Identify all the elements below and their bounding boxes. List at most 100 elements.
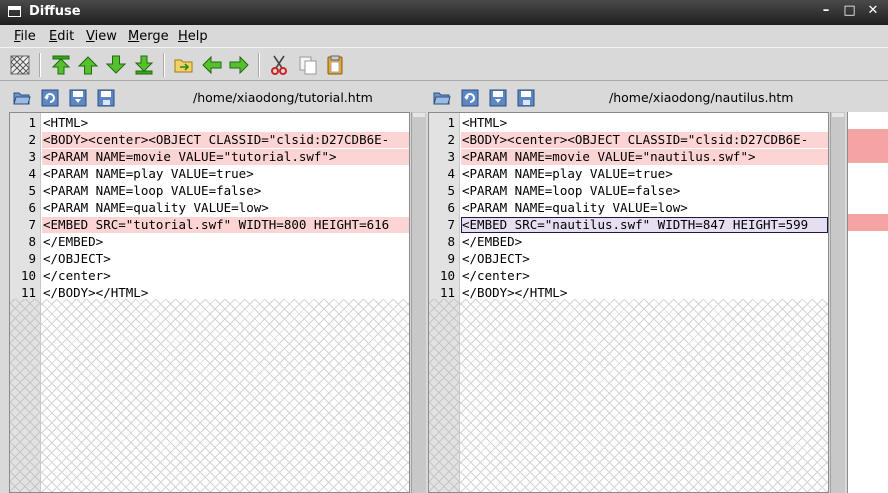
line-text[interactable]: <EMBED SRC="tutorial.swf" WIDTH=800 HEIG…	[42, 217, 409, 233]
right-text-pane[interactable]: 1 <HTML> 2 <BODY><center><OBJECT CLASSID="c…	[428, 112, 829, 493]
line-text[interactable]: <HTML>	[461, 115, 828, 131]
close-button[interactable]: ✕	[866, 3, 880, 18]
line-number: 6	[28, 200, 36, 215]
text-line[interactable]: 2 <BODY><center><OBJECT CLASSID="clsid:D2…	[10, 131, 409, 148]
line-number: 11	[439, 285, 455, 300]
menu-view[interactable]: View	[86, 29, 117, 44]
open-file-icon[interactable]	[433, 89, 451, 107]
window-icon	[8, 6, 21, 17]
right-scrollbar[interactable]	[830, 112, 845, 493]
menu-merge[interactable]: Merge	[128, 29, 169, 44]
line-number: 3	[28, 149, 36, 164]
text-line[interactable]: 7 <EMBED SRC="nautilus.swf" WIDTH=847 HEI…	[429, 216, 828, 233]
text-line[interactable]: 7 <EMBED SRC="tutorial.swf" WIDTH=800 HEI…	[10, 216, 409, 233]
line-number: 10	[439, 268, 455, 283]
line-number: 7	[447, 217, 455, 232]
line-text[interactable]: <PARAM NAME=loop VALUE=false>	[461, 183, 828, 199]
text-line[interactable]: 11 </BODY></HTML>	[10, 284, 409, 301]
line-text[interactable]: </BODY></HTML>	[42, 285, 409, 301]
line-text[interactable]: <BODY><center><OBJECT CLASSID="clsid:D27…	[461, 132, 828, 148]
line-number: 6	[447, 200, 455, 215]
line-number: 9	[28, 251, 36, 266]
copy-icon[interactable]	[297, 54, 319, 76]
line-number: 7	[28, 217, 36, 232]
line-number: 4	[447, 166, 455, 181]
text-line[interactable]: 9 </OBJECT>	[10, 250, 409, 267]
empty-area	[460, 299, 828, 492]
line-number: 4	[28, 166, 36, 181]
paste-icon[interactable]	[324, 54, 346, 76]
text-line[interactable]: 9 </OBJECT>	[429, 250, 828, 267]
left-scrollbar[interactable]	[411, 112, 426, 493]
line-text[interactable]: <BODY><center><OBJECT CLASSID="clsid:D27…	[42, 132, 409, 148]
left-file-path: /home/xiaodong/tutorial.htm	[193, 90, 373, 105]
merge-folder-icon[interactable]	[173, 54, 195, 76]
line-text[interactable]: <PARAM NAME=movie VALUE="tutorial.swf">	[42, 149, 409, 165]
open-file-icon[interactable]	[13, 89, 31, 107]
line-text[interactable]: </EMBED>	[42, 234, 409, 250]
text-line[interactable]: 4 <PARAM NAME=play VALUE=true>	[429, 165, 828, 182]
copy-right-icon[interactable]	[228, 54, 250, 76]
first-difference-icon[interactable]	[50, 54, 72, 76]
minimize-button[interactable]: –	[819, 3, 833, 18]
line-text[interactable]: <HTML>	[42, 115, 409, 131]
line-text[interactable]: <PARAM NAME=quality VALUE=low>	[461, 200, 828, 216]
text-line[interactable]: 8 </EMBED>	[429, 233, 828, 250]
line-text[interactable]: <EMBED SRC="nautilus.swf" WIDTH=847 HEIG…	[461, 217, 828, 233]
copy-left-icon[interactable]	[201, 54, 223, 76]
reload-file-icon[interactable]	[461, 89, 479, 107]
text-line[interactable]: 5 <PARAM NAME=loop VALUE=false>	[10, 182, 409, 199]
text-line[interactable]: 2 <BODY><center><OBJECT CLASSID="clsid:D2…	[429, 131, 828, 148]
reload-file-icon[interactable]	[41, 89, 59, 107]
difference-overview-map[interactable]	[847, 112, 888, 493]
text-line[interactable]: 6 <PARAM NAME=quality VALUE=low>	[429, 199, 828, 216]
text-line[interactable]: 10 </center>	[10, 267, 409, 284]
menu-help[interactable]: Help	[178, 29, 208, 44]
line-text[interactable]: <PARAM NAME=play VALUE=true>	[461, 166, 828, 182]
text-line[interactable]: 4 <PARAM NAME=play VALUE=true>	[10, 165, 409, 182]
line-number: 8	[28, 234, 36, 249]
maximize-button[interactable]: □	[842, 3, 856, 18]
text-line[interactable]: 5 <PARAM NAME=loop VALUE=false>	[429, 182, 828, 199]
line-text[interactable]: </BODY></HTML>	[461, 285, 828, 301]
right-file-path: /home/xiaodong/nautilus.htm	[609, 90, 794, 105]
save-as-icon[interactable]	[517, 89, 535, 107]
line-text[interactable]: <PARAM NAME=quality VALUE=low>	[42, 200, 409, 216]
cut-icon[interactable]	[268, 54, 290, 76]
text-line[interactable]: 1 <HTML>	[429, 114, 828, 131]
title-bar: Diffuse – □ ✕	[0, 0, 888, 25]
line-text[interactable]: </center>	[42, 268, 409, 284]
difference-marker[interactable]	[848, 129, 888, 163]
line-text[interactable]: </OBJECT>	[461, 251, 828, 267]
difference-marker[interactable]	[848, 214, 888, 231]
left-text-pane[interactable]: 1 <HTML> 2 <BODY><center><OBJECT CLASSID="c…	[9, 112, 410, 493]
realign-icon[interactable]	[9, 54, 31, 76]
text-line[interactable]: 6 <PARAM NAME=quality VALUE=low>	[10, 199, 409, 216]
left-file-header: /home/xiaodong/tutorial.htm	[0, 85, 420, 111]
line-text[interactable]: <PARAM NAME=loop VALUE=false>	[42, 183, 409, 199]
save-file-icon[interactable]	[489, 89, 507, 107]
line-number: 10	[20, 268, 36, 283]
line-number: 5	[447, 183, 455, 198]
line-text[interactable]: <PARAM NAME=movie VALUE="nautilus.swf">	[461, 149, 828, 165]
menu-edit[interactable]: Edit	[49, 29, 74, 44]
menu-bar: File Edit View Merge Help	[0, 25, 888, 47]
line-text[interactable]: </center>	[461, 268, 828, 284]
text-line[interactable]: 3 <PARAM NAME=movie VALUE="nautilus.swf">	[429, 148, 828, 165]
next-difference-icon[interactable]	[105, 54, 127, 76]
line-text[interactable]: <PARAM NAME=play VALUE=true>	[42, 166, 409, 182]
previous-difference-icon[interactable]	[77, 54, 99, 76]
text-line[interactable]: 11 </BODY></HTML>	[429, 284, 828, 301]
text-line[interactable]: 1 <HTML>	[10, 114, 409, 131]
save-file-icon[interactable]	[69, 89, 87, 107]
line-text[interactable]: </OBJECT>	[42, 251, 409, 267]
text-line[interactable]: 10 </center>	[429, 267, 828, 284]
menu-file[interactable]: File	[14, 29, 36, 44]
text-line[interactable]: 3 <PARAM NAME=movie VALUE="tutorial.swf">	[10, 148, 409, 165]
last-difference-icon[interactable]	[133, 54, 155, 76]
text-line[interactable]: 8 </EMBED>	[10, 233, 409, 250]
line-text[interactable]: </EMBED>	[461, 234, 828, 250]
empty-area	[41, 299, 409, 492]
line-number: 8	[447, 234, 455, 249]
save-as-icon[interactable]	[97, 89, 115, 107]
